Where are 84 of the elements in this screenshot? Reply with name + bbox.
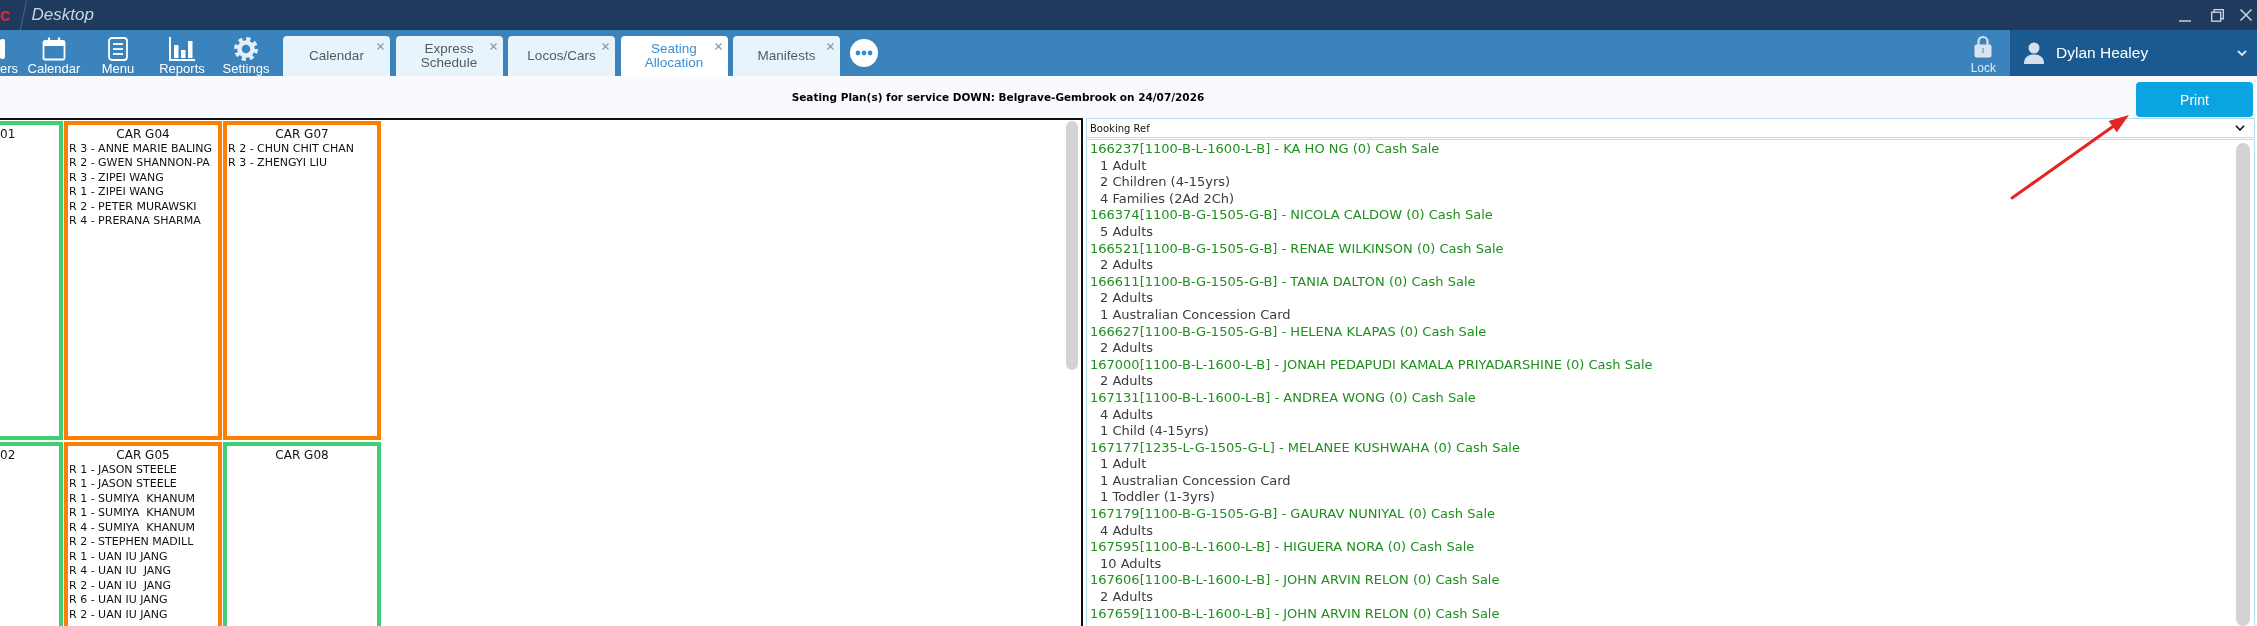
passenger-count: 2 Adults [1100, 290, 1154, 307]
seat-assignment: R 1 - SUMIYA KHANUM [69, 491, 196, 506]
seat-assignment: R 4 - UAN IU JANG [69, 564, 172, 579]
tab[interactable]: Seating Allocation [620, 36, 728, 76]
partial-icon [0, 39, 5, 59]
booking-entry: 167606[1100-B-L-1600-L-B] - JOHN ARVIN RELON (0) Cash Sale [1090, 572, 1500, 590]
seat-assignment: R 2 - PETER MURAWSKI [69, 199, 197, 214]
passenger-count: 1 Australian Concession Card [1100, 472, 1291, 490]
seat-assignment: R 2 - GWEN SHANNON-PA [69, 156, 210, 171]
seat-assignment: R 2 - UAN IU JANG [69, 607, 168, 622]
seat-assignment: R 4 - SUMIYA KHANUM [69, 520, 196, 535]
passenger-count: 1 Toddler (1-3yrs) [1100, 489, 1215, 507]
seat-assignment: R 2 - STEPHEN MADILL [69, 535, 194, 550]
car-title: CAR G08 [275, 448, 329, 463]
document-icon [108, 37, 128, 61]
booking-entry: 166521[1100-B-G-1505-G-B] - RENAE WILKINSON (0) Cash Sale [1090, 240, 1504, 258]
restore-icon[interactable] [2211, 8, 2224, 22]
passenger-count: 2 Adults [1100, 257, 1154, 274]
page-title: Seating Plan(s) for service DOWN: Belgrave-Gembrook on 24/07/2026 [791, 90, 1205, 104]
tab[interactable]: Manifests [733, 36, 840, 76]
toolbar-button[interactable]: Settings [214, 30, 278, 76]
toolbar-button[interactable]: Calendar [22, 30, 86, 76]
seat-assignment: R 3 - ZIPEI WANG [69, 170, 164, 185]
booking-entry: 167179[1100-B-G-1505-G-B] - GAURAV NUNIYAL (0) Cash Sale [1090, 506, 1495, 523]
passenger-count: 2 Adults [1100, 373, 1154, 390]
seat-assignment: R 1 - JASON STEELE [69, 477, 177, 492]
booking-entry: 167659[1100-B-L-1600-L-B] - JOHN ARVIN RELON (0) Cash Sale [1090, 605, 1500, 623]
tab[interactable]: Calendar [283, 36, 390, 76]
seat-assignment: R 4 - PRERANA SHARMA [69, 214, 201, 229]
tab[interactable]: Express Schedule [395, 36, 503, 76]
passenger-count: 4 Adults [1100, 406, 1154, 424]
passenger-count: 1 Child (4-15yrs) [1100, 423, 1209, 440]
car-title: CAR G07 [275, 127, 329, 142]
app-logo: c [0, 4, 11, 26]
lock-button[interactable]: Lock [1970, 30, 1996, 76]
seat-assignment: R 2 - CHUN CHIT CHAN [228, 141, 354, 156]
passenger-count: 2 Adults [1100, 340, 1154, 357]
seat-assignment: R 1 - SUMIYA KHANUM [69, 506, 196, 521]
seat-assignment: R 1 - JASON STEELE [69, 462, 177, 477]
chevron-icon [2235, 125, 2245, 131]
passenger-count: 5 Adults [1100, 223, 1154, 241]
scrollbar-thumb[interactable] [1066, 121, 1078, 370]
calendar-icon [42, 37, 66, 61]
seat-assignment: R 3 - ZHENGYI LIU [228, 156, 327, 171]
chevron-icon [2237, 50, 2247, 56]
car-title: 02 [0, 448, 16, 463]
passenger-count: 4 Adults [1100, 522, 1154, 540]
car-title: CAR G04 [116, 127, 170, 142]
settings-icon [234, 37, 258, 61]
booking-entry: 166611[1100-B-G-1505-G-B] - TANIA DALTON (0) Cash Sale [1090, 273, 1476, 291]
person-icon [2024, 42, 2044, 64]
passenger-count: 10 Adults [1100, 555, 1162, 573]
booking-entry: 167177[1235-L-G-1505-G-L] - MELANEE KUSHWAHA (0) Cash Sale [1090, 439, 1520, 457]
passenger-count: 2 Children (4-15yrs) [1100, 174, 1231, 191]
seat-assignment: R 1 - UAN IU JANG [69, 549, 168, 564]
tab[interactable]: Locos/Cars [508, 36, 615, 76]
seat-assignment: R 6 - UAN IU JANG [69, 593, 168, 608]
more-icon[interactable] [850, 39, 878, 67]
bar-chart-icon [169, 37, 195, 61]
scrollbar-thumb[interactable] [2236, 143, 2250, 626]
seat-assignment: R 3 - ANNE MARIE BALING [69, 141, 213, 156]
passenger-count: 1 Adult [1100, 157, 1147, 175]
passenger-count: 4 Families (2Ad 2Ch) [1100, 190, 1235, 208]
booking-entry: 167595[1100-B-L-1600-L-B] - HIGUERA NORA (0) Cash Sale [1090, 539, 1475, 556]
passenger-count: 2 Adults [1100, 589, 1154, 606]
passenger-count: 1 Australian Concession Card [1100, 306, 1291, 324]
sort-dropdown[interactable]: Booking Ref [1086, 118, 2255, 138]
booking-entry: 167131[1100-B-L-1600-L-B] - ANDREA WONG (0) Cash Sale [1090, 389, 1476, 407]
booking-entry: 166374[1100-B-G-1505-G-B] - NICOLA CALDOW (0) Cash Sale [1090, 207, 1493, 224]
car-title: 01 [0, 127, 16, 142]
window-title: Desktop [31, 5, 94, 25]
booking-entry: 167000[1100-B-L-1600-L-B] - JONAH PEDAPUDI KAMALA PRIYADARSHINE (0) Cash Sale [1090, 356, 1653, 374]
car-title: CAR G05 [116, 448, 170, 463]
toolbar-button[interactable]: ers [0, 30, 22, 76]
toolbar-button[interactable]: Menu [86, 30, 150, 76]
toolbar-button[interactable]: Reports [150, 30, 214, 76]
lock-icon [1974, 35, 1993, 58]
user-menu[interactable]: Dylan Healey [2010, 30, 2257, 76]
print-button[interactable]: Print [2136, 82, 2253, 117]
seat-assignment: R 1 - ZIPEI WANG [69, 185, 164, 200]
booking-entry: 166627[1100-B-G-1505-G-B] - HELENA KLAPAS (0) Cash Sale [1090, 323, 1487, 341]
booking-entry: 166237[1100-B-L-1600-L-B] - KA HO NG (0) Cash Sale [1090, 141, 1440, 158]
seat-assignment: R 2 - UAN IU JANG [69, 578, 172, 593]
passenger-count: 1 Adult [1100, 456, 1147, 473]
